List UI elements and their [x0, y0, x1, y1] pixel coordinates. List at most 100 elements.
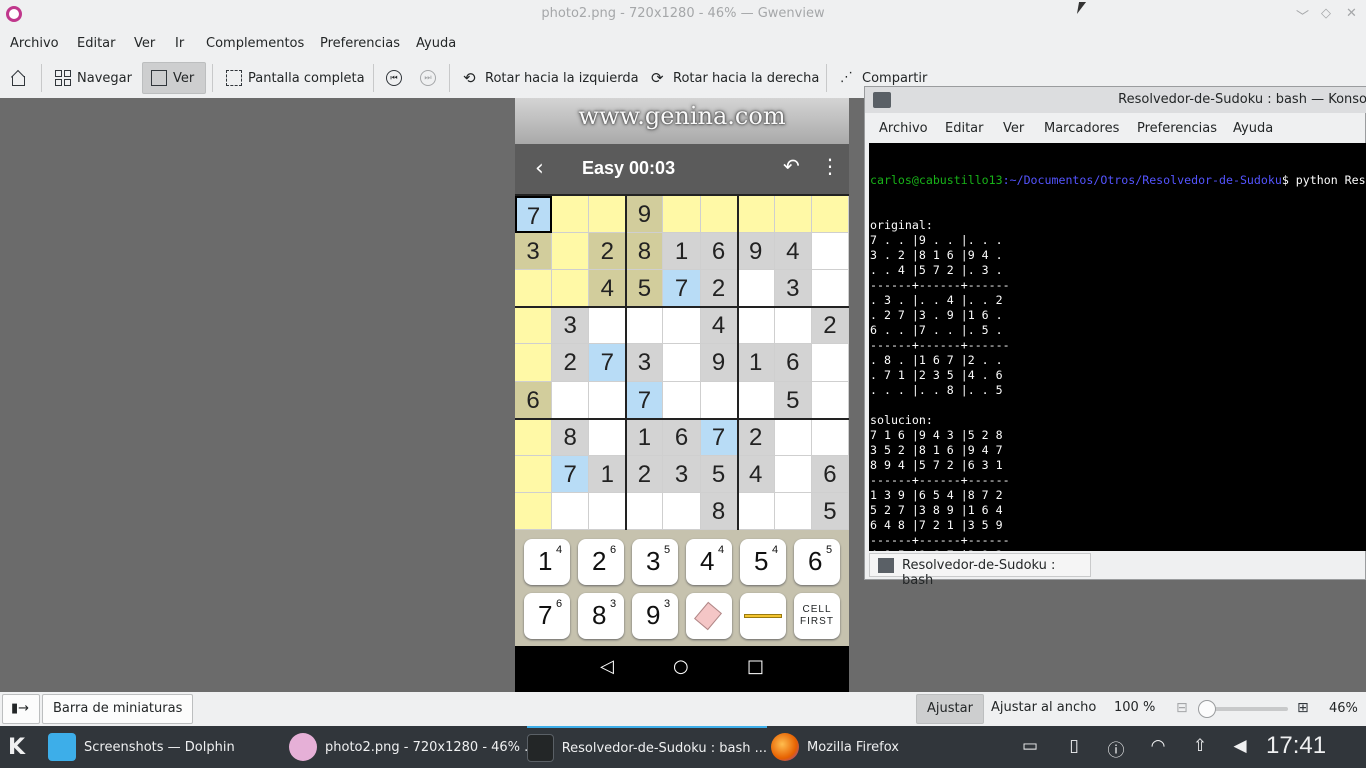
task-firefox[interactable]: Mozilla Firefox: [771, 726, 899, 768]
sudoku-cell[interactable]: 7: [552, 455, 590, 493]
sudoku-cell[interactable]: 7: [626, 381, 664, 419]
rotate-left-button[interactable]: ⟲ Rotar hacia la izquierda: [455, 62, 647, 94]
task-gwenview[interactable]: photo2.png - 720x1280 - 46% ...: [289, 726, 537, 768]
next-button[interactable]: ⏭: [412, 62, 444, 94]
zoom-slider-handle[interactable]: [1198, 700, 1216, 718]
sudoku-cell[interactable]: [552, 233, 590, 271]
sudoku-cell[interactable]: [774, 196, 812, 234]
sudoku-cell[interactable]: 2: [626, 455, 664, 493]
sudoku-cell[interactable]: [774, 492, 812, 530]
sudoku-cell[interactable]: [700, 196, 738, 234]
sudoku-cell[interactable]: [589, 418, 627, 456]
sudoku-cell[interactable]: [663, 492, 701, 530]
sudoku-cell[interactable]: [737, 307, 775, 345]
digit-key-6[interactable]: 65: [794, 539, 840, 585]
sudoku-cell[interactable]: 1: [737, 344, 775, 382]
sudoku-cell[interactable]: 6: [811, 455, 849, 493]
task-konsole[interactable]: Resolvedor-de-Sudoku : bash ...: [527, 726, 767, 768]
sudoku-cell[interactable]: [515, 344, 553, 382]
digit-key-2[interactable]: 26: [578, 539, 624, 585]
nav-home-icon[interactable]: ○: [673, 656, 689, 677]
sudoku-cell[interactable]: 6: [774, 344, 812, 382]
thumbnail-bar-button[interactable]: Barra de miniaturas: [42, 694, 194, 724]
sudoku-cell[interactable]: [552, 270, 590, 308]
undo-icon[interactable]: ↶: [783, 154, 800, 178]
sudoku-cell[interactable]: 5: [774, 381, 812, 419]
sudoku-cell[interactable]: 7: [515, 196, 553, 234]
sudoku-cell[interactable]: 1: [663, 233, 701, 271]
sudoku-cell[interactable]: 5: [626, 270, 664, 308]
close-button[interactable]: ✕: [1346, 6, 1357, 21]
more-menu-icon[interactable]: ⋮: [820, 154, 840, 178]
back-arrow-icon[interactable]: ‹: [535, 156, 544, 181]
kdeconnect-icon[interactable]: ▯: [1062, 736, 1086, 758]
sudoku-cell[interactable]: 6: [515, 381, 553, 419]
konsole-menu-preferencias[interactable]: Preferencias: [1137, 121, 1217, 136]
digit-key-9[interactable]: 93: [632, 593, 678, 639]
digit-key-1[interactable]: 14: [524, 539, 570, 585]
sudoku-cell[interactable]: 6: [700, 233, 738, 271]
sudoku-cell[interactable]: 6: [663, 418, 701, 456]
sudoku-cell[interactable]: [737, 492, 775, 530]
sudoku-cell[interactable]: [663, 344, 701, 382]
sudoku-cell[interactable]: 1: [626, 418, 664, 456]
cell-first-key[interactable]: CELL FIRST: [794, 593, 840, 639]
sudoku-cell[interactable]: [552, 492, 590, 530]
task-dolphin[interactable]: Screenshots — Dolphin: [48, 726, 235, 768]
sudoku-cell[interactable]: [515, 307, 553, 345]
sudoku-cell[interactable]: 3: [626, 344, 664, 382]
sudoku-cell[interactable]: 1: [589, 455, 627, 493]
volume-icon[interactable]: ◀: [1228, 736, 1252, 758]
sudoku-cell[interactable]: 5: [700, 455, 738, 493]
sudoku-cell[interactable]: [811, 381, 849, 419]
sudoku-cell[interactable]: 9: [626, 196, 664, 234]
konsole-menu-marcadores[interactable]: Marcadores: [1044, 121, 1119, 136]
notifications-icon[interactable]: ⓘ: [1104, 736, 1128, 761]
sudoku-cell[interactable]: 8: [552, 418, 590, 456]
sudoku-cell[interactable]: [589, 196, 627, 234]
menu-editar[interactable]: Editar: [77, 36, 116, 51]
wifi-icon[interactable]: ◠: [1146, 736, 1170, 758]
sudoku-cell[interactable]: [663, 196, 701, 234]
fit-button[interactable]: Ajustar: [916, 694, 984, 724]
menu-preferencias[interactable]: Preferencias: [320, 36, 400, 51]
pencil-key[interactable]: [740, 593, 786, 639]
sudoku-cell[interactable]: 7: [700, 418, 738, 456]
sudoku-cell[interactable]: [663, 381, 701, 419]
sudoku-cell[interactable]: [811, 196, 849, 234]
sudoku-cell[interactable]: [515, 418, 553, 456]
konsole-menu-ver[interactable]: Ver: [1003, 121, 1024, 136]
sudoku-cell[interactable]: 2: [811, 307, 849, 345]
previous-button[interactable]: ⏮: [378, 62, 410, 94]
battery-icon[interactable]: ▭: [1018, 736, 1042, 758]
ver-button[interactable]: Ver: [142, 62, 206, 94]
menu-complementos[interactable]: Complementos: [206, 36, 304, 51]
sudoku-cell[interactable]: 2: [700, 270, 738, 308]
eraser-key[interactable]: [686, 593, 732, 639]
sudoku-cell[interactable]: 7: [589, 344, 627, 382]
sudoku-cell[interactable]: [700, 381, 738, 419]
clock[interactable]: 17:41: [1266, 732, 1326, 760]
sudoku-cell[interactable]: [663, 307, 701, 345]
sudoku-cell[interactable]: 3: [515, 233, 553, 271]
sudoku-cell[interactable]: [737, 270, 775, 308]
sudoku-cell[interactable]: 2: [737, 418, 775, 456]
zoom-100-button[interactable]: 100 %: [1104, 694, 1165, 724]
kde-launcher[interactable]: K: [8, 726, 25, 768]
digit-key-4[interactable]: 44: [686, 539, 732, 585]
minimize-button[interactable]: ﹀: [1296, 6, 1309, 25]
menu-ir[interactable]: Ir: [175, 36, 184, 51]
terminal-output[interactable]: carlos@cabustillo13:~/Documentos/Otros/R…: [869, 143, 1366, 551]
sudoku-cell[interactable]: 3: [663, 455, 701, 493]
sudoku-cell[interactable]: 9: [737, 233, 775, 271]
konsole-tab[interactable]: Resolvedor-de-Sudoku : bash: [869, 553, 1091, 588]
digit-key-8[interactable]: 83: [578, 593, 624, 639]
sudoku-cell[interactable]: [626, 307, 664, 345]
navegar-button[interactable]: Navegar: [47, 62, 140, 94]
digit-key-5[interactable]: 54: [740, 539, 786, 585]
sudoku-cell[interactable]: [589, 381, 627, 419]
sidebar-toggle-button[interactable]: ▮→: [2, 694, 40, 724]
nav-recent-icon[interactable]: □: [747, 656, 764, 677]
maximize-button[interactable]: ◇: [1321, 6, 1331, 21]
sudoku-cell[interactable]: 2: [552, 344, 590, 382]
